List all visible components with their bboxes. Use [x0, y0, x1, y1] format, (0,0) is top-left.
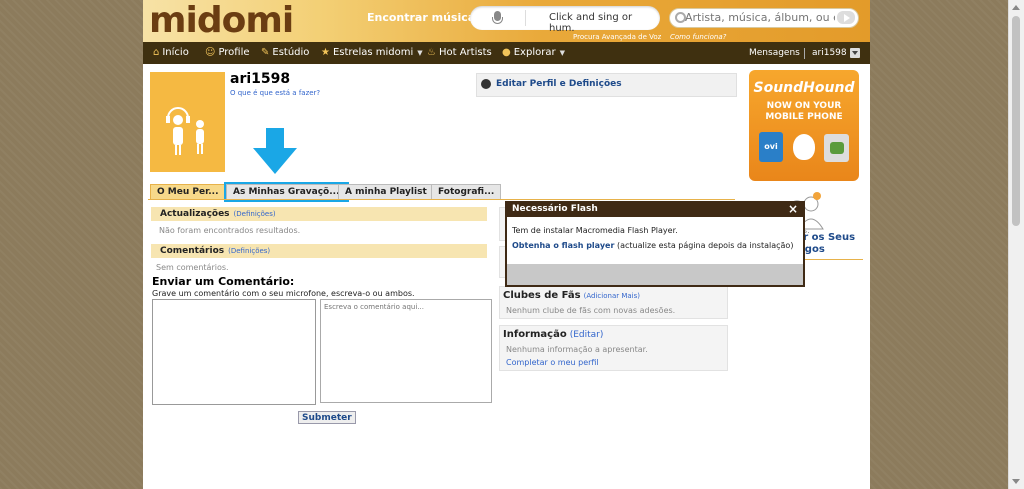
fan-clubs-title: Clubes de Fãs: [503, 290, 581, 301]
status-link[interactable]: O que é que está a fazer?: [230, 89, 320, 97]
send-comment-title: Enviar um Comentário:: [152, 275, 295, 288]
dialog-body: Tem de instalar Macromedia Flash Player.…: [512, 225, 798, 251]
information-edit-link[interactable]: (Editar): [570, 330, 604, 340]
sing-button[interactable]: Click and sing or hum.: [470, 6, 660, 34]
submit-button[interactable]: Submeter: [298, 411, 356, 424]
dialog-instructions: Obtenha o flash player (actualize esta p…: [512, 240, 798, 251]
soundhound-ad[interactable]: SoundHound NOW ON YOUR MOBILE PHONE ovi: [749, 70, 859, 181]
tab-minha-playlist[interactable]: A minha Playlist: [338, 184, 434, 200]
tab-fotografias[interactable]: Fotografi...: [431, 184, 502, 200]
flash-required-dialog: Necessário Flash × Tem de instalar Macro…: [505, 201, 805, 287]
dialog-message: Tem de instalar Macromedia Flash Player.: [512, 226, 678, 235]
complete-profile-link[interactable]: Completar o meu perfil: [506, 358, 599, 367]
microphone-icon: [492, 11, 503, 24]
scrollbar-thumb[interactable]: [1012, 16, 1020, 226]
divider: [804, 48, 805, 59]
close-icon[interactable]: ×: [788, 202, 798, 216]
updates-header: Actualizações (Definições): [151, 207, 487, 221]
nav-item-hot-artists[interactable]: ♨ Hot Artists: [427, 42, 492, 64]
dialog-note: (actualize esta página depois da instala…: [614, 241, 794, 250]
updates-empty: Não foram encontrados resultados.: [159, 226, 301, 235]
information-box: Informação (Editar) Nenhuma informação a …: [499, 325, 728, 371]
sing-label: Click and sing or hum.: [549, 12, 633, 34]
comments-settings-link[interactable]: (Definições): [228, 247, 270, 255]
scrollbar[interactable]: [1008, 0, 1024, 489]
comments-title: Comentários: [160, 246, 225, 256]
comments-empty: Sem comentários.: [156, 263, 229, 272]
search-go-button[interactable]: [837, 11, 855, 24]
comment-textarea[interactable]: [320, 299, 492, 403]
chevron-down-icon: ▼: [417, 49, 423, 57]
scroll-up-icon[interactable]: [1012, 5, 1020, 10]
apple-icon[interactable]: [793, 134, 815, 160]
information-text: Nenhuma informação a apresentar.: [506, 345, 648, 354]
get-flash-player-link[interactable]: Obtenha o flash player: [512, 241, 614, 250]
dialog-footer: [507, 264, 803, 285]
studio-icon: ✎: [261, 47, 270, 58]
comments-header: Comentários (Definições): [151, 244, 487, 258]
nav-item-inicio[interactable]: ⌂ Início: [153, 42, 189, 64]
home-icon: ⌂: [153, 47, 160, 58]
messages-link[interactable]: Mensagens: [749, 42, 800, 64]
scroll-down-icon[interactable]: [1012, 479, 1020, 484]
person-icon: ☺: [205, 47, 216, 58]
headphones-icon: [166, 107, 204, 155]
search-box[interactable]: [669, 8, 859, 28]
ovi-icon[interactable]: ovi: [759, 132, 783, 162]
fan-clubs-text: Nenhum clube de fãs com novas adesões.: [506, 306, 676, 315]
edit-profile-button[interactable]: Editar Perfil e Definições: [476, 73, 737, 97]
chevron-down-icon[interactable]: [850, 48, 860, 58]
tabs-divider: [148, 199, 735, 200]
edit-profile-label: Editar Perfil e Definições: [496, 79, 622, 89]
advanced-voice-search-link[interactable]: Procura Avançada de Voz: [573, 33, 661, 41]
dialog-title: Necessário Flash: [512, 204, 598, 214]
nav-item-profile[interactable]: ☺ Profile: [205, 42, 250, 64]
nav-item-estrelas[interactable]: ★ Estrelas midomi ▼: [321, 42, 423, 64]
how-it-works-link[interactable]: Como funciona?: [670, 33, 726, 41]
updates-settings-link[interactable]: (Definições): [234, 210, 276, 218]
midomi-logo[interactable]: midomi: [149, 0, 294, 42]
chevron-down-icon: ▼: [559, 49, 565, 57]
fan-clubs-box: Clubes de Fãs (Adicionar Mais) Nenhum clu…: [499, 286, 728, 319]
android-icon[interactable]: [824, 134, 849, 162]
dialog-header: Necessário Flash ×: [507, 202, 803, 217]
tab-minhas-gravacoes[interactable]: As Minhas Gravaçõ...: [224, 182, 349, 202]
soundhound-subtitle: NOW ON YOUR MOBILE PHONE: [765, 101, 843, 122]
pencil-icon: [481, 79, 491, 89]
page: midomi Encontrar música: Click and sing …: [143, 0, 870, 489]
pin-icon: ●: [502, 47, 511, 58]
updates-title: Actualizações: [160, 209, 230, 219]
soundhound-title: SoundHound: [753, 80, 855, 96]
send-comment-desc: Grave um comentário com o seu microfone,…: [152, 289, 415, 298]
nav-bar: ⌂ Início ☺ Profile ✎ Estúdio ★ Estrelas mido…: [143, 42, 870, 64]
star-icon: ★: [321, 47, 330, 58]
arrow-down-icon: [253, 128, 297, 174]
avatar: [150, 72, 225, 172]
flame-icon: ♨: [427, 47, 436, 58]
header: midomi Encontrar música: Click and sing …: [143, 0, 870, 42]
search-label: Encontrar música:: [367, 11, 480, 24]
username: ari1598: [230, 71, 291, 87]
voice-comment-area[interactable]: [152, 299, 316, 405]
nav-item-explorar[interactable]: ● Explorar ▼: [502, 42, 565, 64]
nav-item-estudio[interactable]: ✎ Estúdio: [261, 42, 309, 64]
information-title: Informação: [503, 329, 567, 340]
divider: [525, 10, 526, 26]
user-menu[interactable]: ari1598: [812, 42, 847, 64]
fan-clubs-add-link[interactable]: (Adicionar Mais): [584, 292, 640, 300]
search-input[interactable]: [685, 11, 835, 24]
tab-meu-perfil[interactable]: O Meu Per...: [150, 184, 226, 200]
